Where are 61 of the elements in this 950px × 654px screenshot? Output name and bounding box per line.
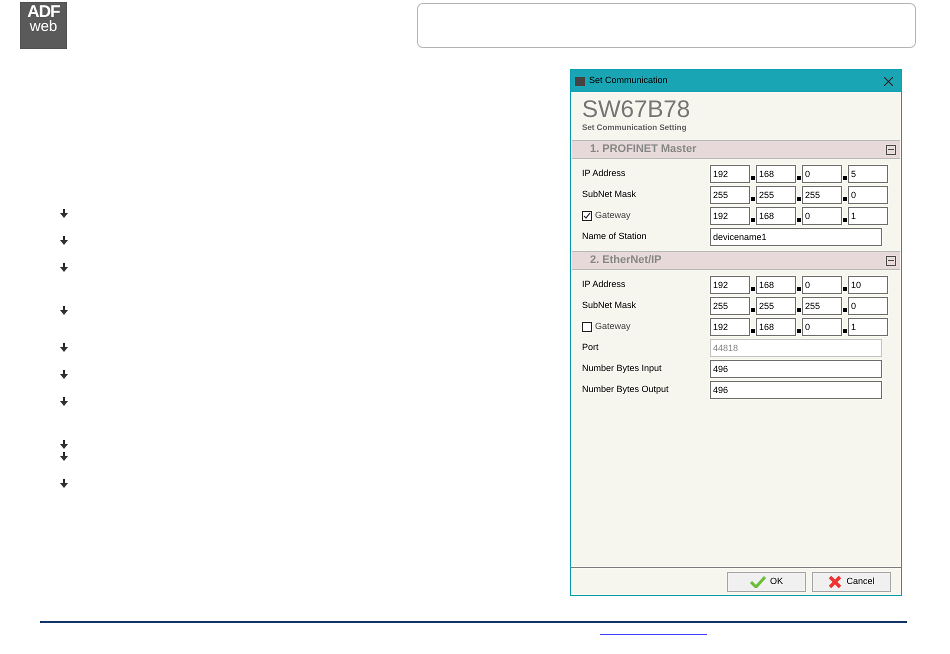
collapse-icon[interactable] [886, 144, 896, 154]
field-label: SubNet Mask [582, 298, 636, 312]
field-label: Gateway [595, 320, 631, 333]
ip-octet-field[interactable]: 1 [848, 318, 888, 336]
checkmark-icon [750, 576, 766, 588]
ip-octet-field[interactable]: 5 [848, 164, 888, 182]
arrow-bullet-icon [60, 397, 68, 406]
input-field[interactable]: devicename1 [710, 228, 882, 246]
ip-octet-field[interactable]: 168 [756, 318, 796, 336]
field-label: Port [582, 340, 599, 354]
arrow-bullet-icon [60, 306, 68, 315]
input-field[interactable]: 496 [710, 360, 882, 378]
ip-octet-field[interactable]: 168 [756, 164, 796, 182]
ip-octet-field[interactable]: 0 [802, 164, 842, 182]
checkbox[interactable] [582, 210, 592, 220]
close-icon[interactable] [884, 76, 893, 86]
app-icon [575, 76, 585, 86]
ip-octet-field[interactable]: 0 [848, 296, 888, 314]
ip-octet-field[interactable]: 0 [848, 186, 888, 204]
arrow-bullet-icon [60, 236, 68, 245]
ip-octet-field[interactable]: 168 [756, 206, 796, 224]
arrow-bullet-icon [60, 440, 68, 449]
arrow-bullet-icon [60, 343, 68, 352]
field-label: IP Address [582, 278, 626, 291]
field-label: Name of Station [582, 230, 647, 243]
ip-octet-field[interactable]: 255 [756, 296, 796, 314]
ip-octet-field[interactable]: 255 [802, 296, 842, 314]
ip-octet-field[interactable]: 255 [756, 186, 796, 204]
ip-octet-field[interactable]: 192 [710, 164, 750, 182]
ip-octet-field[interactable]: 0 [802, 276, 842, 294]
ip-octet-field[interactable]: 255 [802, 186, 842, 204]
device-heading: SW67B78 [582, 98, 692, 122]
arrow-bullet-icon [60, 209, 68, 218]
cross-icon [828, 574, 842, 588]
field-label: Number Bytes Input [582, 362, 662, 375]
arrow-bullet-icon [60, 263, 68, 272]
field-label: IP Address [582, 166, 626, 180]
cancel-button[interactable]: Cancel [812, 572, 891, 592]
arrow-bullet-icon [60, 370, 68, 379]
ip-octet-field[interactable]: 1 [848, 206, 888, 224]
field-label: SubNet Mask [582, 188, 636, 201]
ip-octet-field[interactable]: 168 [756, 276, 796, 294]
input-field[interactable]: 496 [710, 380, 882, 398]
ip-octet-field[interactable]: 255 [710, 296, 750, 314]
field-label: Gateway [595, 208, 631, 222]
arrow-bullet-icon [60, 479, 68, 488]
ip-octet-field[interactable]: 192 [710, 276, 750, 294]
subheading: Set Communication Setting [582, 122, 688, 134]
logo: ADF web [20, 2, 67, 49]
checkbox[interactable] [582, 322, 592, 332]
ok-button[interactable]: OK [727, 572, 806, 592]
ip-octet-field[interactable]: 255 [710, 186, 750, 204]
ip-octet-field[interactable]: 0 [802, 206, 842, 224]
ip-octet-field[interactable]: 192 [710, 318, 750, 336]
ip-octet-field[interactable]: 0 [802, 318, 842, 336]
field-label: Number Bytes Output [582, 382, 669, 396]
ip-octet-field[interactable]: 192 [710, 206, 750, 224]
collapse-icon[interactable] [886, 256, 896, 266]
ip-octet-field[interactable]: 10 [848, 276, 888, 294]
arrow-bullet-icon [60, 452, 68, 461]
window-title: Set Communication [589, 74, 668, 88]
